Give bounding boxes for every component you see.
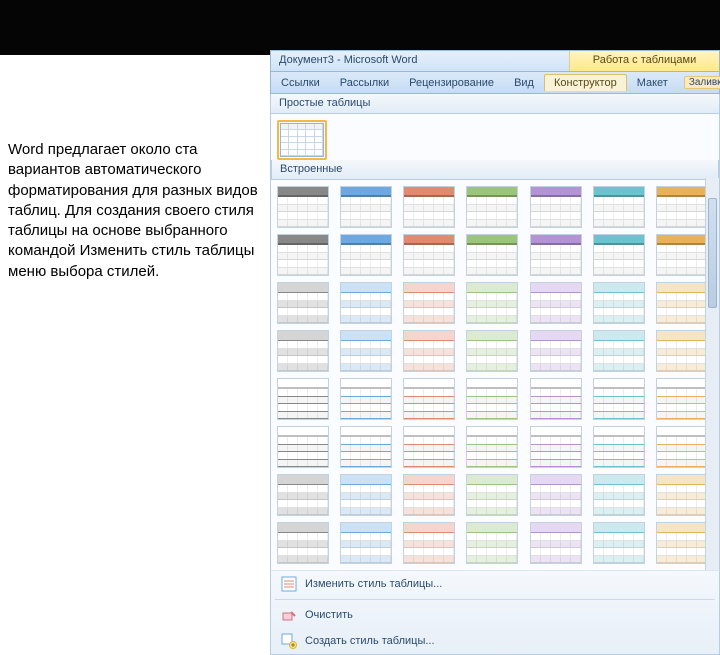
table-style-swatch[interactable]	[530, 330, 582, 372]
table-style-swatch[interactable]	[340, 282, 392, 324]
table-style-swatch[interactable]	[277, 234, 329, 276]
table-style-plain[interactable]	[280, 123, 324, 157]
menu-separator	[275, 599, 715, 600]
menu-modify-style[interactable]: Изменить стиль таблицы...	[271, 571, 719, 597]
section-builtin: Встроенные	[271, 160, 719, 180]
table-style-swatch[interactable]	[530, 474, 582, 516]
table-style-swatch[interactable]	[530, 282, 582, 324]
table-style-swatch[interactable]	[466, 426, 518, 468]
tab-design[interactable]: Конструктор	[544, 74, 627, 91]
selected-style-frame	[277, 120, 327, 160]
tab-mailings[interactable]: Рассылки	[330, 74, 399, 92]
menu-new-style[interactable]: Создать стиль таблицы...	[271, 628, 719, 654]
table-style-swatch[interactable]	[340, 426, 392, 468]
document-title: Документ3 - Microsoft Word	[271, 51, 569, 71]
table-style-swatch[interactable]	[593, 474, 645, 516]
table-style-swatch[interactable]	[403, 234, 455, 276]
menu-clear[interactable]: Очистить	[271, 602, 719, 628]
table-style-swatch[interactable]	[277, 474, 329, 516]
scrollbar-thumb[interactable]	[708, 198, 717, 308]
titlebar: Документ3 - Microsoft Word Работа с табл…	[270, 50, 720, 72]
table-style-swatch[interactable]	[403, 330, 455, 372]
table-style-swatch[interactable]	[277, 330, 329, 372]
table-style-swatch[interactable]	[593, 330, 645, 372]
table-style-swatch[interactable]	[530, 234, 582, 276]
table-style-swatch[interactable]	[340, 522, 392, 564]
table-style-swatch[interactable]	[403, 186, 455, 228]
table-style-swatch[interactable]	[593, 426, 645, 468]
table-style-swatch[interactable]	[277, 282, 329, 324]
tab-view[interactable]: Вид	[504, 74, 544, 92]
table-style-swatch[interactable]	[530, 522, 582, 564]
modify-icon	[281, 576, 297, 592]
table-style-swatch[interactable]	[403, 474, 455, 516]
table-style-swatch[interactable]	[530, 186, 582, 228]
table-style-swatch[interactable]	[656, 474, 708, 516]
table-style-swatch[interactable]	[656, 186, 708, 228]
table-style-swatch[interactable]	[277, 426, 329, 468]
table-style-swatch[interactable]	[277, 522, 329, 564]
table-style-swatch[interactable]	[466, 234, 518, 276]
table-style-swatch[interactable]	[340, 330, 392, 372]
table-style-swatch[interactable]	[403, 426, 455, 468]
table-style-swatch[interactable]	[340, 186, 392, 228]
tab-review[interactable]: Рецензирование	[399, 74, 504, 92]
table-style-swatch[interactable]	[466, 282, 518, 324]
tab-layout[interactable]: Макет	[627, 74, 678, 92]
menu-clear-label: Очистить	[305, 609, 353, 621]
table-style-swatch[interactable]	[466, 186, 518, 228]
table-style-swatch[interactable]	[466, 378, 518, 420]
table-style-swatch[interactable]	[277, 186, 329, 228]
menu-modify-label: Изменить стиль таблицы...	[305, 578, 442, 590]
table-style-swatch[interactable]	[656, 426, 708, 468]
table-style-swatch[interactable]	[593, 522, 645, 564]
slide-black-top	[0, 0, 720, 55]
table-style-swatch[interactable]	[466, 474, 518, 516]
table-style-swatch[interactable]	[593, 378, 645, 420]
table-style-swatch[interactable]	[593, 186, 645, 228]
gallery-scrollbar[interactable]	[705, 178, 719, 570]
clear-icon	[281, 607, 297, 623]
section-simple-tables: Простые таблицы	[270, 94, 720, 114]
table-style-swatch[interactable]	[530, 378, 582, 420]
table-style-swatch[interactable]	[403, 282, 455, 324]
word-window: Документ3 - Microsoft Word Работа с табл…	[270, 50, 720, 655]
table-style-swatch[interactable]	[530, 426, 582, 468]
table-style-swatch[interactable]	[656, 234, 708, 276]
table-style-swatch[interactable]	[466, 330, 518, 372]
tab-references[interactable]: Ссылки	[271, 74, 330, 92]
table-style-swatch[interactable]	[340, 378, 392, 420]
menu-new-label: Создать стиль таблицы...	[305, 635, 435, 647]
description-paragraph: Word предлагает около ста вариантов авто…	[8, 140, 268, 282]
table-styles-grid	[277, 186, 713, 564]
contextual-tab-title: Работа с таблицами	[569, 51, 719, 71]
table-style-swatch[interactable]	[403, 522, 455, 564]
table-style-swatch[interactable]	[656, 282, 708, 324]
table-style-swatch[interactable]	[277, 378, 329, 420]
gallery-footer-menu: Изменить стиль таблицы... Очистить Созда…	[270, 570, 720, 655]
new-style-icon	[281, 633, 297, 649]
table-style-swatch[interactable]	[466, 522, 518, 564]
table-style-swatch[interactable]	[403, 378, 455, 420]
table-style-swatch[interactable]	[656, 378, 708, 420]
ribbon-pinned-group: Заливка Границы	[678, 73, 720, 92]
shading-button[interactable]: Заливка	[684, 76, 720, 89]
table-style-swatch[interactable]	[340, 234, 392, 276]
ribbon-tabs: Ссылки Рассылки Рецензирование Вид Конст…	[270, 72, 720, 94]
table-style-swatch[interactable]	[593, 282, 645, 324]
table-style-swatch[interactable]	[656, 522, 708, 564]
table-style-swatch[interactable]	[656, 330, 708, 372]
table-style-swatch[interactable]	[593, 234, 645, 276]
table-style-swatch[interactable]	[340, 474, 392, 516]
